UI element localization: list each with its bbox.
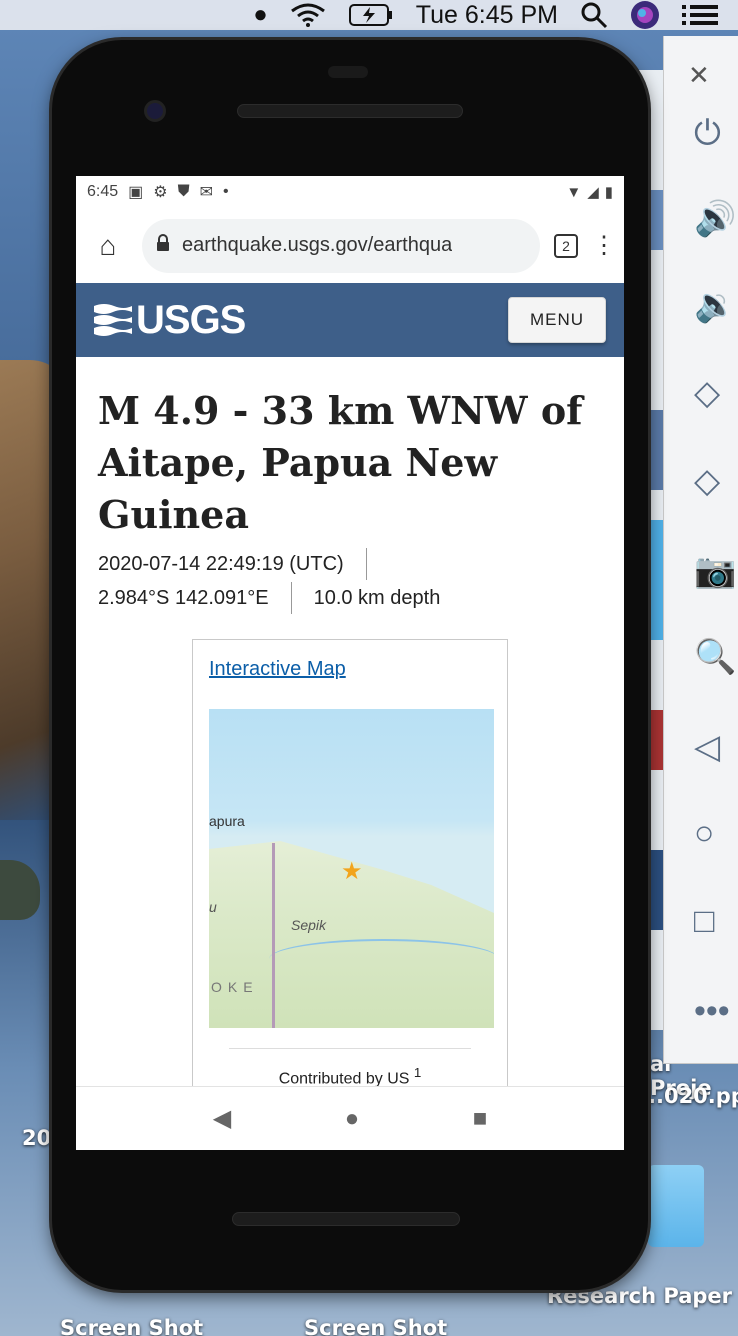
volume-down-icon[interactable]: 🔉 [694, 280, 738, 330]
earpiece-speaker [237, 104, 463, 118]
shield-icon: ⛊ [177, 183, 190, 200]
image-icon: ▣ [128, 184, 144, 201]
android-nav-bar: ◀ ● ■ [76, 1086, 624, 1150]
home-icon[interactable]: ● [345, 1105, 360, 1133]
contributed-by: Contributed by US 1 [209, 1065, 491, 1088]
spotlight-icon[interactable] [580, 1, 608, 29]
menu-button[interactable]: MENU [508, 297, 606, 343]
camera-icon[interactable]: 📷 [694, 546, 738, 596]
battery-icon[interactable] [348, 3, 394, 27]
menubar-clock[interactable]: Tue 6:45 PM [416, 1, 558, 30]
map-label: OKE [211, 979, 259, 995]
map-label: u [209, 899, 217, 915]
event-time: 2020-07-14 22:49:19 (UTC) [98, 552, 344, 575]
desktop-wallpaper-rock [0, 860, 40, 920]
map-river [269, 939, 494, 979]
contributed-text: Contributed by US [278, 1070, 410, 1088]
emulator-toolbar: ✕ ⏻ 🔊 🔉 ◇ ◇ 📷 🔍 ◁ ○ □ ••• [663, 36, 738, 1064]
epicenter-star-icon: ★ [341, 858, 363, 885]
desktop-label[interactable]: Screen Shot [304, 1316, 447, 1336]
main-content: M 4.9 - 33 km WNW of Aitape, Papua New G… [76, 357, 624, 1119]
desktop-label[interactable]: Screen Shot [60, 1316, 203, 1336]
event-depth: 10.0 km depth [313, 586, 441, 609]
phone-frame: 6:45 ▣ ⚙ ⛊ ✉ • ▼ ◢ ▮ ⌂ earthquake.usgs.g… [52, 40, 648, 1290]
page-title: M 4.9 - 33 km WNW of Aitape, Papua New G… [98, 388, 583, 537]
bottom-speaker [232, 1212, 460, 1226]
settings-icon: ⚙ [153, 184, 168, 201]
notification-icon[interactable]: ● [253, 1, 268, 29]
mail-icon: ✉ [199, 184, 214, 201]
usgs-waves-icon [94, 304, 132, 336]
folder-icon[interactable] [648, 1165, 704, 1247]
divider [229, 1048, 471, 1049]
browser-toolbar: ⌂ earthquake.usgs.gov/earthqua 2 ⋮ [76, 208, 624, 283]
home-icon[interactable]: ⌂ [88, 230, 128, 262]
dot-icon: • [223, 183, 229, 200]
desktop-label[interactable]: ..020.pp [648, 1084, 738, 1108]
wifi-icon[interactable] [290, 3, 326, 27]
divider [365, 548, 367, 580]
proximity-sensor [328, 66, 368, 78]
event-meta: 2020-07-14 22:49:19 (UTC) 2.984°S 142.09… [98, 547, 602, 615]
mac-menubar: ● Tue 6:45 PM [0, 0, 738, 30]
usgs-logo[interactable]: USGS [94, 297, 246, 343]
more-options-icon[interactable]: ⋮ [592, 231, 616, 260]
usgs-header: USGS MENU [76, 283, 624, 357]
recents-icon[interactable]: ■ [473, 1105, 488, 1133]
more-icon[interactable]: ••• [694, 986, 738, 1036]
battery-icon: ▮ [604, 184, 613, 201]
home-circle-icon[interactable]: ○ [694, 808, 738, 858]
map-border [272, 843, 275, 1028]
lock-icon [156, 234, 170, 257]
map-label: apura [209, 813, 245, 829]
back-icon[interactable]: ◀ [213, 1104, 231, 1133]
signal-icon: ◢ [587, 184, 599, 201]
volume-up-icon[interactable]: 🔊 [694, 194, 738, 244]
url-text[interactable]: earthquake.usgs.gov/earthqua [182, 234, 452, 257]
map-label: Sepik [291, 917, 327, 933]
front-camera [144, 100, 166, 122]
phone-screen: 6:45 ▣ ⚙ ⛊ ✉ • ▼ ◢ ▮ ⌂ earthquake.usgs.g… [76, 176, 624, 1150]
map-card: Interactive Map apura Sepik u OKE ★ Cont… [192, 639, 508, 1119]
tab-switcher-button[interactable]: 2 [554, 233, 578, 258]
power-icon[interactable]: ⏻ [694, 108, 738, 158]
rotate-left-icon[interactable]: ◇ [694, 368, 738, 418]
divider [290, 582, 292, 614]
interactive-map-link[interactable]: Interactive Map [209, 658, 346, 680]
desktop-label[interactable]: 20 [22, 1126, 51, 1150]
contributed-sup: 1 [413, 1065, 422, 1080]
zoom-icon[interactable]: 🔍 [694, 632, 738, 682]
overview-icon[interactable]: □ [694, 896, 738, 946]
status-time: 6:45 [87, 183, 119, 200]
rotate-right-icon[interactable]: ◇ [694, 456, 738, 506]
map-thumbnail[interactable]: apura Sepik u OKE ★ [209, 709, 494, 1028]
back-icon[interactable]: ◁ [694, 722, 738, 772]
android-status-bar: 6:45 ▣ ⚙ ⛊ ✉ • ▼ ◢ ▮ [76, 176, 624, 208]
event-location: 2.984°S 142.091°E [98, 586, 269, 609]
url-bar[interactable]: earthquake.usgs.gov/earthqua [142, 218, 540, 273]
siri-icon[interactable] [630, 0, 660, 30]
close-icon[interactable]: ✕ [688, 50, 738, 100]
control-center-icon[interactable] [682, 3, 718, 27]
usgs-wordmark: USGS [136, 297, 246, 342]
wifi-icon: ▼ [566, 183, 582, 201]
